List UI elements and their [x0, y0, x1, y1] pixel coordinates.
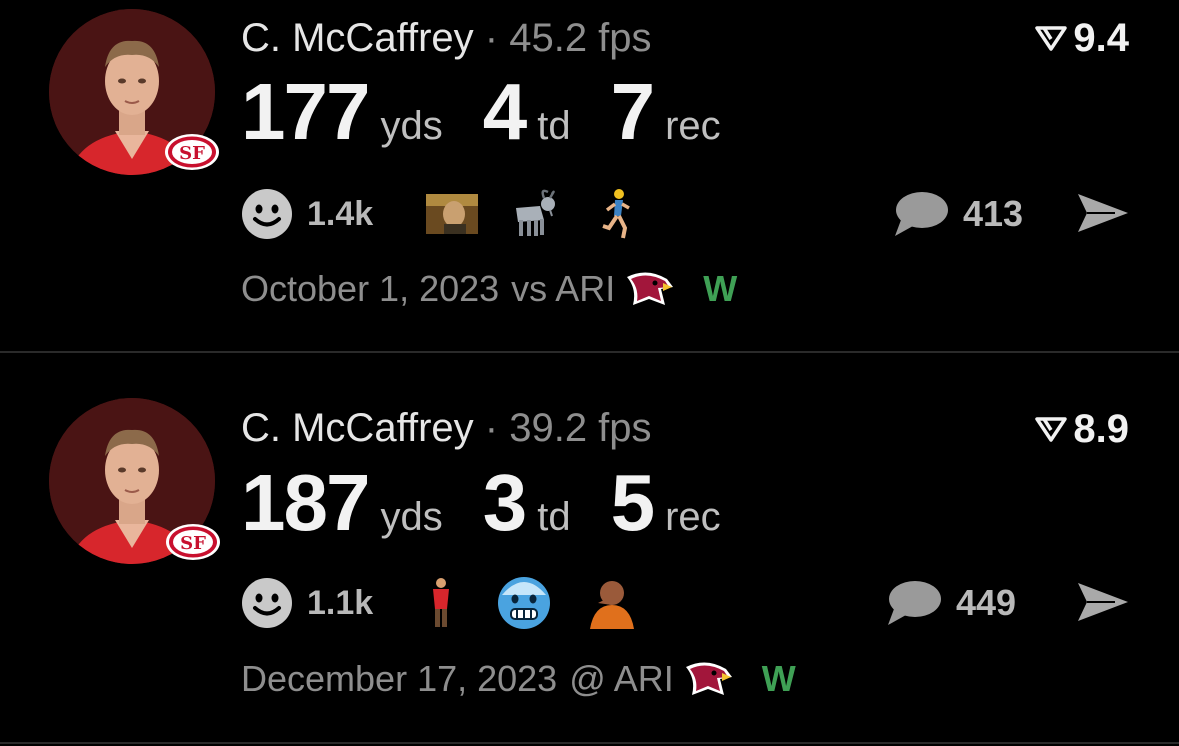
rating-value: 8.9 [1073, 407, 1129, 451]
runner-icon[interactable] [589, 186, 645, 242]
comment-icon [888, 581, 941, 625]
rating: 8.9 [1035, 409, 1129, 449]
receptions-value: 7 [610, 67, 655, 156]
react-button[interactable]: 1.1k [241, 577, 373, 629]
drake-meme-icon[interactable] [584, 575, 640, 631]
touchdowns-unit: td [537, 104, 571, 148]
receptions-value: 5 [610, 458, 655, 547]
receptions-unit: rec [665, 104, 721, 148]
rating-icon [1035, 417, 1068, 442]
touchdowns-value: 4 [482, 67, 527, 156]
game-matchup: vs ARI [511, 268, 616, 309]
game-result: W [761, 658, 796, 699]
rating: 9.4 [1035, 18, 1129, 58]
reaction-count: 1.4k [307, 194, 374, 233]
svg-text:SF: SF [180, 533, 206, 554]
fantasy-points: 45.2 fps [509, 16, 652, 60]
touchdowns-unit: td [537, 495, 571, 539]
player-name[interactable]: C. McCaffrey [241, 406, 474, 450]
smiley-icon [242, 578, 292, 628]
rating-value: 9.4 [1073, 16, 1129, 60]
meme-image-icon[interactable] [424, 186, 480, 242]
cardinals-logo-icon [685, 662, 732, 695]
game-date: October 1, 2023 [241, 268, 500, 309]
post-title: C. McCaffrey · 39.2 fps [241, 408, 652, 448]
49ers-logo-icon: SF [165, 523, 221, 561]
receptions-unit: rec [665, 495, 721, 539]
stat-line: 177 yds 4 td 7 rec [241, 72, 761, 152]
smiley-icon [242, 189, 292, 239]
share-button[interactable] [1075, 579, 1131, 630]
game-matchup: @ ARI [569, 658, 674, 699]
game-info[interactable]: October 1, 2023 vs ARI W [241, 268, 737, 310]
title-separator: · [484, 16, 499, 60]
react-button[interactable]: 1.4k [241, 188, 373, 240]
standing-person-icon[interactable] [413, 575, 469, 631]
cold-face-icon[interactable] [496, 575, 552, 631]
goat-icon[interactable] [506, 186, 562, 242]
game-info[interactable]: December 17, 2023 @ ARI W [241, 658, 796, 700]
yards-value: 187 [241, 458, 370, 547]
svg-text:SF: SF [179, 143, 205, 164]
fantasy-points: 39.2 fps [509, 406, 652, 450]
yards-unit: yds [380, 495, 443, 539]
post-card[interactable]: SF C. McCaffrey · 39.2 fps 8.9 187 yds 3… [0, 353, 1179, 743]
game-result: W [703, 268, 738, 309]
comment-count: 449 [956, 582, 1017, 623]
yards-value: 177 [241, 67, 370, 156]
49ers-logo-icon: SF [164, 133, 220, 171]
reaction-row: 1.4k 413 [241, 186, 1131, 242]
yards-unit: yds [380, 104, 443, 148]
game-date: December 17, 2023 [241, 658, 558, 699]
post-title: C. McCaffrey · 45.2 fps [241, 18, 652, 58]
reaction-row: 1.1k 449 [241, 575, 1131, 631]
send-icon [1078, 194, 1128, 232]
share-button[interactable] [1075, 190, 1131, 241]
post-card[interactable]: SF C. McCaffrey · 45.2 fps 9.4 177 yds 4… [0, 0, 1179, 352]
post-divider [0, 742, 1179, 744]
cardinals-logo-icon [627, 272, 674, 305]
player-name[interactable]: C. McCaffrey [241, 16, 474, 60]
stat-line: 187 yds 3 td 5 rec [241, 463, 761, 543]
send-icon [1078, 583, 1128, 621]
comment-button[interactable]: 449 [886, 579, 1016, 627]
comment-icon [895, 192, 948, 236]
title-separator: · [484, 406, 499, 450]
comment-button[interactable]: 413 [893, 190, 1023, 238]
reaction-count: 1.1k [307, 583, 374, 622]
rating-icon [1035, 26, 1068, 51]
comment-count: 413 [963, 193, 1024, 234]
touchdowns-value: 3 [482, 458, 527, 547]
